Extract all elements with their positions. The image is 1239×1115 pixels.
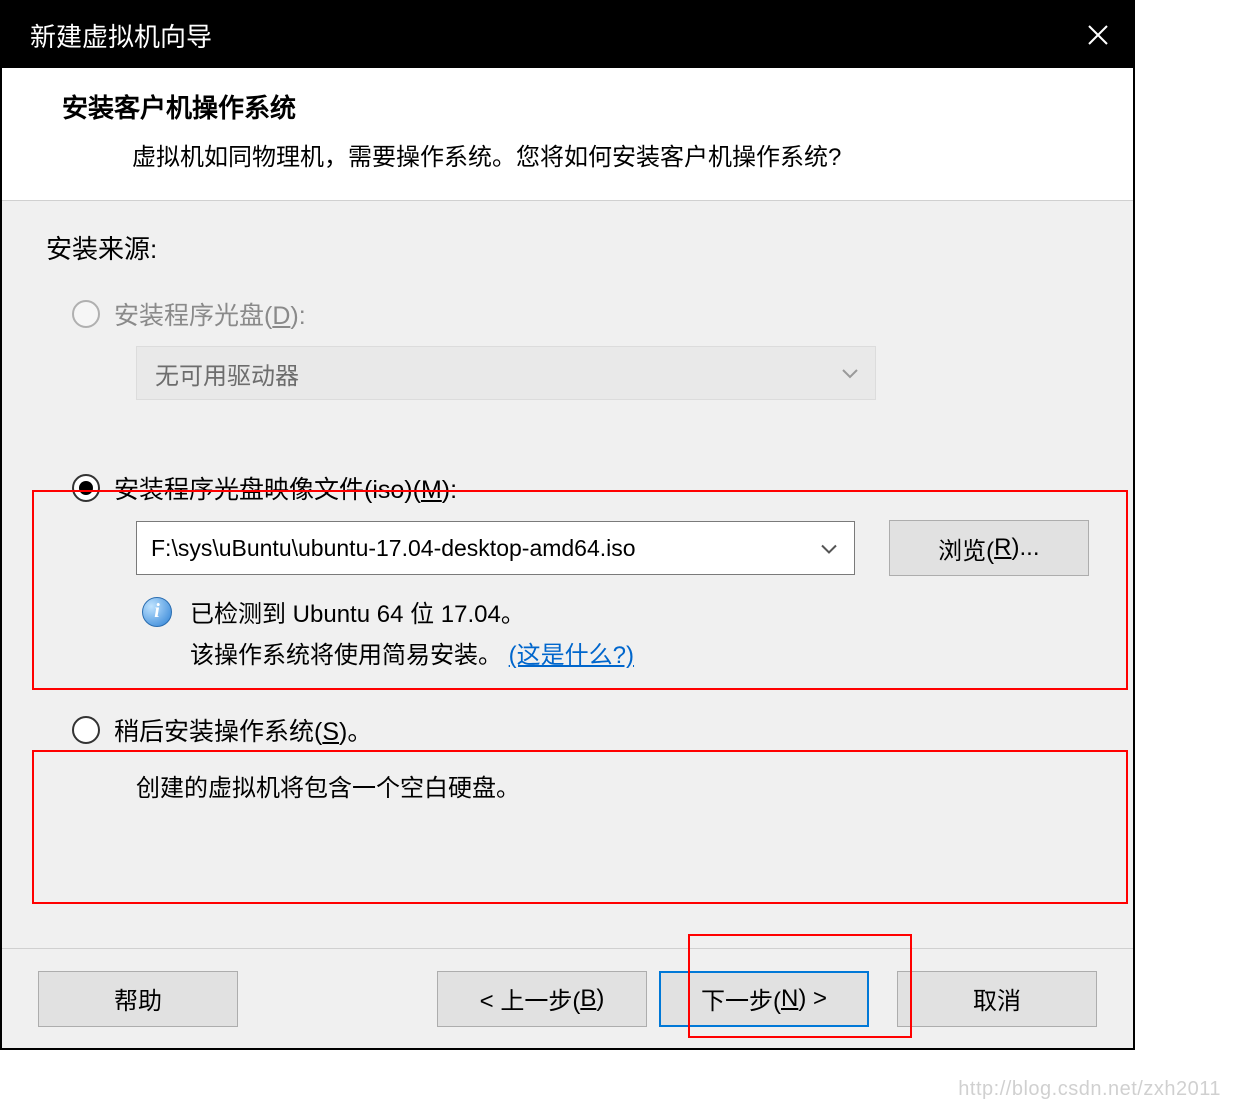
radio-later-label: 稍后安装操作系统(S)。 xyxy=(114,712,372,748)
iso-path-value: F:\sys\uBuntu\ubuntu-17.04-desktop-amd64… xyxy=(151,535,636,562)
help-button[interactable]: 帮助 xyxy=(38,971,238,1027)
browse-button[interactable]: 浏览(R)... xyxy=(889,520,1089,576)
cancel-button[interactable]: 取消 xyxy=(897,971,1097,1027)
radio-later[interactable] xyxy=(72,716,100,744)
option-later-desc: 创建的虚拟机将包含一个空白硬盘。 xyxy=(136,768,1089,803)
drive-select: 无可用驱动器 xyxy=(136,346,876,400)
radio-disc xyxy=(72,300,100,328)
header-subtitle: 虚拟机如同物理机，需要操作系统。您将如何安装客户机操作系统? xyxy=(72,137,1103,172)
dialog-title: 新建虚拟机向导 xyxy=(30,17,212,54)
chevron-down-icon xyxy=(841,359,859,387)
wizard-dialog: 新建虚拟机向导 安装客户机操作系统 虚拟机如同物理机，需要操作系统。您将如何安装… xyxy=(0,0,1135,1050)
drive-select-text: 无可用驱动器 xyxy=(155,356,299,391)
close-button[interactable] xyxy=(1083,20,1113,50)
info-icon: i xyxy=(142,597,172,627)
back-button[interactable]: < 上一步(B) xyxy=(437,971,647,1027)
titlebar: 新建虚拟机向导 xyxy=(2,2,1133,68)
radio-disc-label: 安装程序光盘(D): xyxy=(114,296,306,332)
option-iso-row[interactable]: 安装程序光盘映像文件(iso)(M): xyxy=(72,470,1089,506)
close-icon xyxy=(1087,24,1109,46)
watermark: http://blog.csdn.net/zxh2011 xyxy=(958,1078,1221,1101)
radio-iso[interactable] xyxy=(72,474,100,502)
detection-info: i 已检测到 Ubuntu 64 位 17.04。 该操作系统将使用简易安装。 … xyxy=(142,594,1089,670)
easy-install-text: 该操作系统将使用简易安装。 xyxy=(190,642,502,669)
header-panel: 安装客户机操作系统 虚拟机如同物理机，需要操作系统。您将如何安装客户机操作系统? xyxy=(2,68,1133,201)
chevron-down-icon[interactable] xyxy=(820,535,838,562)
iso-path-combo[interactable]: F:\sys\uBuntu\ubuntu-17.04-desktop-amd64… xyxy=(136,521,855,575)
content-area: 安装来源: 安装程序光盘(D): 无可用驱动器 安装程序光盘映像文件(iso)(… xyxy=(2,201,1133,813)
easy-install-link[interactable]: (这是什么?) xyxy=(509,642,634,669)
option-disc-row: 安装程序光盘(D): xyxy=(72,296,1089,332)
option-later-row[interactable]: 稍后安装操作系统(S)。 xyxy=(72,712,1089,748)
radio-iso-label: 安装程序光盘映像文件(iso)(M): xyxy=(114,470,457,506)
header-title: 安装客户机操作系统 xyxy=(62,88,1103,125)
detection-text: 已检测到 Ubuntu 64 位 17.04。 xyxy=(190,594,525,629)
footer: 帮助 < 上一步(B) 下一步(N) > 取消 xyxy=(2,948,1133,1048)
iso-path-row: F:\sys\uBuntu\ubuntu-17.04-desktop-amd64… xyxy=(136,520,1089,576)
next-button[interactable]: 下一步(N) > xyxy=(659,971,869,1027)
install-source-label: 安装来源: xyxy=(46,229,1089,266)
